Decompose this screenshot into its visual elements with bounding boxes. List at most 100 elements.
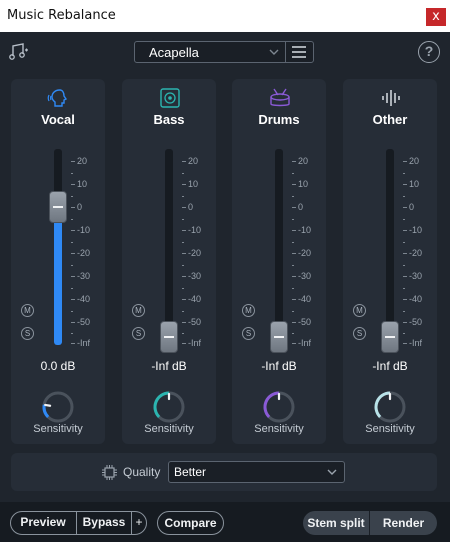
mute-button[interactable]: M [242, 304, 255, 317]
scale-label: -40 [77, 294, 91, 304]
scale-tick [292, 322, 296, 323]
scale-minor-tick [71, 265, 73, 266]
scale-minor-tick [292, 219, 294, 220]
title-bar: Music Rebalance x [0, 0, 450, 32]
mute-button[interactable]: M [132, 304, 145, 317]
stem-name: Drums [258, 112, 300, 127]
bypass-button[interactable]: Bypass [77, 511, 131, 535]
scale-tick [292, 253, 296, 254]
sensitivity-knob[interactable] [373, 390, 407, 424]
sensitivity-label: Sensitivity [33, 423, 83, 435]
stem-split-button[interactable]: Stem split [303, 511, 369, 535]
scale-minor-tick [182, 196, 184, 197]
scale-tick [292, 161, 296, 162]
scale-minor-tick [403, 333, 405, 334]
stem-panel-bass: Bass 20 10 0 -10 -20 -30 -40 -50 -Inf M S -Inf dB Se… [122, 79, 216, 444]
preset-divider [285, 42, 286, 62]
scale-label: -30 [188, 271, 202, 281]
gain-slider-track[interactable] [165, 149, 173, 345]
scale-label: -Inf [188, 338, 202, 348]
scale-minor-tick [292, 333, 294, 334]
scale-tick [71, 161, 75, 162]
scale-label: 20 [188, 156, 199, 166]
quality-select[interactable]: Better [168, 461, 345, 483]
scale-tick [71, 184, 75, 185]
sensitivity-label: Sensitivity [365, 423, 415, 435]
sensitivity-label: Sensitivity [254, 423, 304, 435]
solo-button[interactable]: S [132, 327, 145, 340]
scale-label: 20 [77, 156, 88, 166]
scale-tick [403, 161, 407, 162]
scale-label: -30 [77, 271, 91, 281]
scale-tick [403, 207, 407, 208]
menu-icon[interactable] [290, 45, 308, 59]
scale-tick [403, 276, 407, 277]
sensitivity-knob[interactable] [41, 390, 75, 424]
scale-minor-tick [403, 196, 405, 197]
scale-minor-tick [182, 242, 184, 243]
music-note-icon[interactable] [8, 41, 30, 63]
solo-button[interactable]: S [21, 327, 34, 340]
help-button[interactable]: ? [418, 41, 440, 63]
scale-label: 0 [409, 202, 415, 212]
sensitivity-knob[interactable] [262, 390, 296, 424]
gain-slider-thumb[interactable] [160, 321, 178, 353]
scale-minor-tick [403, 173, 405, 174]
scale-tick [292, 276, 296, 277]
close-button[interactable]: x [426, 8, 446, 26]
preview-button[interactable]: Preview [10, 511, 76, 535]
gain-slider-track[interactable] [386, 149, 394, 345]
scale-tick [403, 343, 407, 344]
scale-label: 20 [298, 156, 309, 166]
scale-tick [71, 207, 75, 208]
stem-panel-vocal: Vocal 20 10 0 -10 -20 -30 -40 -50 -Inf M S 0.0 dB Se… [11, 79, 105, 444]
scale-label: -10 [77, 225, 91, 235]
preset-dropdown[interactable]: Acapella [134, 41, 314, 63]
toolbar: Acapella ? [0, 32, 450, 72]
compare-button[interactable]: Compare [157, 511, 224, 535]
scale-label: -50 [77, 317, 91, 327]
scale-tick [403, 322, 407, 323]
quality-bar: Quality Better [11, 453, 437, 491]
chip-icon [102, 465, 117, 480]
scale-tick [292, 230, 296, 231]
scale-tick [71, 276, 75, 277]
vocal-head-icon [47, 89, 68, 107]
stem-name: Other [372, 112, 408, 127]
mute-button[interactable]: M [21, 304, 34, 317]
scale-label: 0 [188, 202, 194, 212]
gain-slider-track[interactable] [275, 149, 283, 345]
scale-minor-tick [71, 242, 73, 243]
stem-panel-drums: Drums 20 10 0 -10 -20 -30 -40 -50 -Inf M S -Inf dB S… [232, 79, 326, 444]
gain-readout: -Inf dB [151, 359, 187, 373]
scale-tick [182, 276, 186, 277]
scale-tick [403, 253, 407, 254]
scale-tick [292, 299, 296, 300]
render-button[interactable]: Render [370, 511, 437, 535]
scale-minor-tick [71, 173, 73, 174]
solo-button[interactable]: S [242, 327, 255, 340]
scale-label: 10 [188, 179, 199, 189]
sensitivity-knob[interactable] [152, 390, 186, 424]
scale-tick [182, 343, 186, 344]
gain-readout: -Inf dB [372, 359, 408, 373]
scale-tick [182, 207, 186, 208]
scale-label: 20 [409, 156, 420, 166]
mute-button[interactable]: M [353, 304, 366, 317]
gain-slider-thumb[interactable] [381, 321, 399, 353]
solo-button[interactable]: S [353, 327, 366, 340]
scale-tick [182, 230, 186, 231]
add-button[interactable]: + [132, 511, 146, 535]
scale-tick [182, 299, 186, 300]
scale-tick [71, 230, 75, 231]
stem-name: Vocal [41, 112, 75, 127]
gain-slider-thumb[interactable] [270, 321, 288, 353]
scale-minor-tick [182, 219, 184, 220]
scale-label: -20 [188, 248, 202, 258]
scale-label: -40 [188, 294, 202, 304]
scale-label: -50 [298, 317, 312, 327]
quality-value: Better [174, 465, 207, 479]
gain-slider-thumb[interactable] [49, 191, 67, 223]
stem-name: Bass [153, 112, 185, 127]
scale-minor-tick [292, 288, 294, 289]
